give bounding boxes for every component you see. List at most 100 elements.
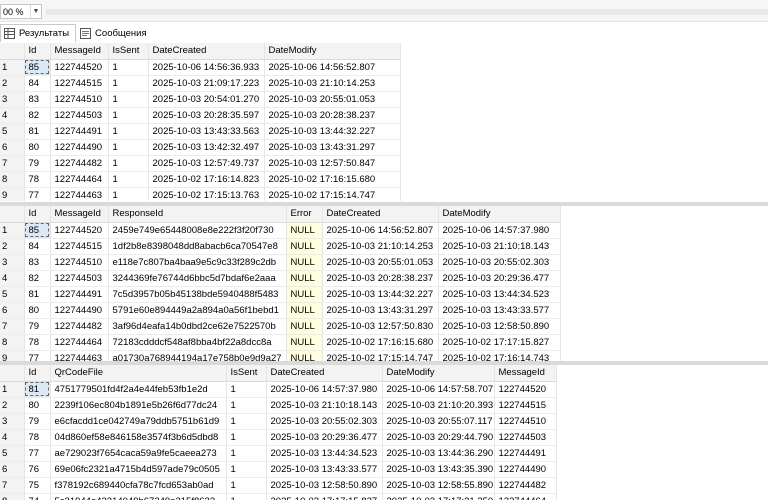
table-cell[interactable]: 1 bbox=[226, 397, 267, 414]
grid2-col-header[interactable]: Error bbox=[286, 206, 323, 223]
row-number[interactable]: 5 bbox=[0, 123, 25, 140]
table-cell[interactable]: 2025-10-03 13:43:33.577 bbox=[266, 461, 383, 478]
table-cell[interactable]: 83 bbox=[24, 91, 51, 108]
row-number[interactable]: 8 bbox=[0, 493, 25, 500]
grid3-col-header[interactable]: DateModify bbox=[382, 365, 495, 382]
grid1-col-header[interactable]: DateModify bbox=[264, 43, 401, 60]
table-cell[interactable]: 122744515 bbox=[50, 238, 109, 255]
table-cell[interactable]: 2025-10-06 14:56:52.807 bbox=[322, 222, 439, 239]
grid2-col-header[interactable]: Id bbox=[24, 206, 51, 223]
horizontal-scrollbar[interactable] bbox=[46, 9, 768, 15]
table-cell[interactable]: 122744491 bbox=[50, 123, 109, 140]
table-cell[interactable]: 2025-10-03 21:10:14.253 bbox=[264, 75, 401, 92]
table-cell[interactable]: 122744510 bbox=[50, 254, 109, 271]
table-cell[interactable]: NULL bbox=[286, 334, 323, 351]
table-cell[interactable]: 122744520 bbox=[50, 222, 109, 239]
grid2-row[interactable]: 6 80 122744490 5791e60e894449a2a894a0a56f1b… bbox=[0, 302, 561, 319]
row-number[interactable]: 2 bbox=[0, 238, 25, 255]
table-cell[interactable]: 80 bbox=[24, 302, 51, 319]
grid1-col-header[interactable]: Id bbox=[24, 43, 51, 60]
table-cell[interactable]: 85 bbox=[24, 59, 51, 76]
table-cell[interactable]: 1 bbox=[226, 381, 267, 398]
table-cell[interactable]: 3af96d4eafa14b0dbd2ce62e7522570b bbox=[108, 318, 287, 335]
table-cell[interactable]: NULL bbox=[286, 222, 323, 239]
grid2-col-header[interactable]: DateModify bbox=[438, 206, 561, 223]
table-cell[interactable]: 2025-10-03 12:58:50.890 bbox=[438, 318, 561, 335]
table-cell[interactable]: 2025-10-02 17:16:14.743 bbox=[438, 350, 561, 361]
grid1-row[interactable]: 8 78 122744464 1 2025-10-02 17:16:14.823 2025… bbox=[0, 171, 401, 188]
row-number[interactable]: 4 bbox=[0, 429, 25, 446]
table-cell[interactable]: 2025-10-03 13:43:33.563 bbox=[148, 123, 265, 140]
table-cell[interactable]: 1 bbox=[108, 155, 149, 172]
row-number[interactable]: 3 bbox=[0, 91, 25, 108]
table-cell[interactable]: 81 bbox=[24, 286, 51, 303]
table-cell[interactable]: 2025-10-03 20:55:01.053 bbox=[264, 91, 401, 108]
table-cell[interactable]: 1 bbox=[226, 477, 267, 494]
chevron-down-icon[interactable]: ▼ bbox=[30, 5, 41, 18]
grid2-row[interactable]: 9 77 122744463 a01730a768944194a17e758b0e9d… bbox=[0, 350, 561, 361]
row-number[interactable]: 9 bbox=[0, 187, 25, 201]
row-number[interactable]: 1 bbox=[0, 59, 25, 76]
table-cell[interactable]: 2025-10-03 21:09:17.223 bbox=[148, 75, 265, 92]
table-cell[interactable]: 122744464 bbox=[50, 334, 109, 351]
row-number[interactable]: 5 bbox=[0, 286, 25, 303]
table-cell[interactable]: 2025-10-03 20:55:02.303 bbox=[266, 413, 383, 430]
table-cell[interactable]: 2025-10-06 14:57:37.980 bbox=[266, 381, 383, 398]
table-cell[interactable]: NULL bbox=[286, 270, 323, 287]
table-cell[interactable]: 2025-10-03 12:57:50.830 bbox=[322, 318, 439, 335]
table-cell[interactable]: 122744463 bbox=[50, 187, 109, 201]
table-cell[interactable]: NULL bbox=[286, 302, 323, 319]
table-cell[interactable]: 77 bbox=[24, 350, 51, 361]
table-cell[interactable]: 85 bbox=[24, 222, 51, 239]
row-number[interactable]: 4 bbox=[0, 107, 25, 124]
table-cell[interactable]: NULL bbox=[286, 238, 323, 255]
grid2-col-header[interactable]: ResponseId bbox=[108, 206, 287, 223]
grid3-col-header[interactable]: IsSent bbox=[226, 365, 267, 382]
table-cell[interactable]: 80 bbox=[24, 139, 51, 156]
grid1-col-header[interactable]: DateCreated bbox=[148, 43, 265, 60]
table-cell[interactable]: 122744515 bbox=[494, 397, 557, 414]
zoom-select[interactable]: 00 % ▼ bbox=[0, 4, 42, 19]
grid3-col-header[interactable]: DateCreated bbox=[266, 365, 383, 382]
row-number[interactable]: 9 bbox=[0, 350, 25, 361]
grid3-row[interactable]: 2 80 2239f106ec804b1891e5b26f6d77dc24 1 2025… bbox=[0, 397, 557, 414]
table-cell[interactable]: 2025-10-02 17:15:14.747 bbox=[264, 187, 401, 201]
table-cell[interactable]: 1 bbox=[108, 59, 149, 76]
table-cell[interactable]: 122744503 bbox=[50, 270, 109, 287]
table-cell[interactable]: 1 bbox=[108, 139, 149, 156]
table-cell[interactable]: 69e06fc2321a4715b4d597ade79c0505 bbox=[50, 461, 227, 478]
table-cell[interactable]: 76 bbox=[24, 461, 51, 478]
table-cell[interactable]: 1 bbox=[108, 75, 149, 92]
row-number[interactable]: 1 bbox=[0, 381, 25, 398]
table-cell[interactable]: 2025-10-03 12:58:55.890 bbox=[382, 477, 495, 494]
table-cell[interactable]: 2025-10-03 21:10:18.143 bbox=[266, 397, 383, 414]
table-cell[interactable]: 04d860ef58e846158e3574f3b6d5dbd8 bbox=[50, 429, 227, 446]
grid3-col-header[interactable]: MessageId bbox=[494, 365, 557, 382]
table-cell[interactable]: 122744490 bbox=[494, 461, 557, 478]
table-cell[interactable]: 2025-10-03 20:55:01.053 bbox=[322, 254, 439, 271]
row-number[interactable]: 6 bbox=[0, 302, 25, 319]
table-cell[interactable]: 74 bbox=[24, 493, 51, 500]
table-cell[interactable]: 2025-10-02 17:15:14.747 bbox=[322, 350, 439, 361]
table-cell[interactable]: 122744464 bbox=[50, 171, 109, 188]
grid2-col-header[interactable]: DateCreated bbox=[322, 206, 439, 223]
table-cell[interactable]: 122744503 bbox=[494, 429, 557, 446]
table-cell[interactable]: 84 bbox=[24, 238, 51, 255]
grid1-row[interactable]: 2 84 122744515 1 2025-10-03 21:09:17.223 2025… bbox=[0, 75, 401, 92]
table-cell[interactable]: NULL bbox=[286, 350, 323, 361]
table-cell[interactable]: a01730a768944194a17e758b0e9d9a27 bbox=[108, 350, 287, 361]
grid2-row[interactable]: 3 83 122744510 e118e7c807ba4baa9e5c9c33f289… bbox=[0, 254, 561, 271]
table-cell[interactable]: 2025-10-03 13:44:32.227 bbox=[264, 123, 401, 140]
table-cell[interactable]: 1 bbox=[226, 493, 267, 500]
table-cell[interactable]: 2025-10-03 12:57:49.737 bbox=[148, 155, 265, 172]
result-grid-1[interactable]: Id MessageId IsSent DateCreated DateModi… bbox=[0, 43, 768, 201]
table-cell[interactable]: NULL bbox=[286, 318, 323, 335]
table-cell[interactable]: 83 bbox=[24, 254, 51, 271]
table-cell[interactable]: e6cfacdd1ce042749a79ddb5751b61d9 bbox=[50, 413, 227, 430]
row-number[interactable]: 8 bbox=[0, 171, 25, 188]
table-cell[interactable]: 3244369fe76744d6bbc5d7bdaf6e2aaa bbox=[108, 270, 287, 287]
table-cell[interactable]: 72183cdddcf548af8bba4bf22a8dcc8a bbox=[108, 334, 287, 351]
table-cell[interactable]: 1 bbox=[108, 123, 149, 140]
grid1-row[interactable]: 9 77 122744463 1 2025-10-02 17:15:13.763 2025… bbox=[0, 187, 401, 201]
grid3-row[interactable]: 1 81 4751779501fd4f2a4e44feb53fb1e2d 1 2025-… bbox=[0, 381, 557, 398]
